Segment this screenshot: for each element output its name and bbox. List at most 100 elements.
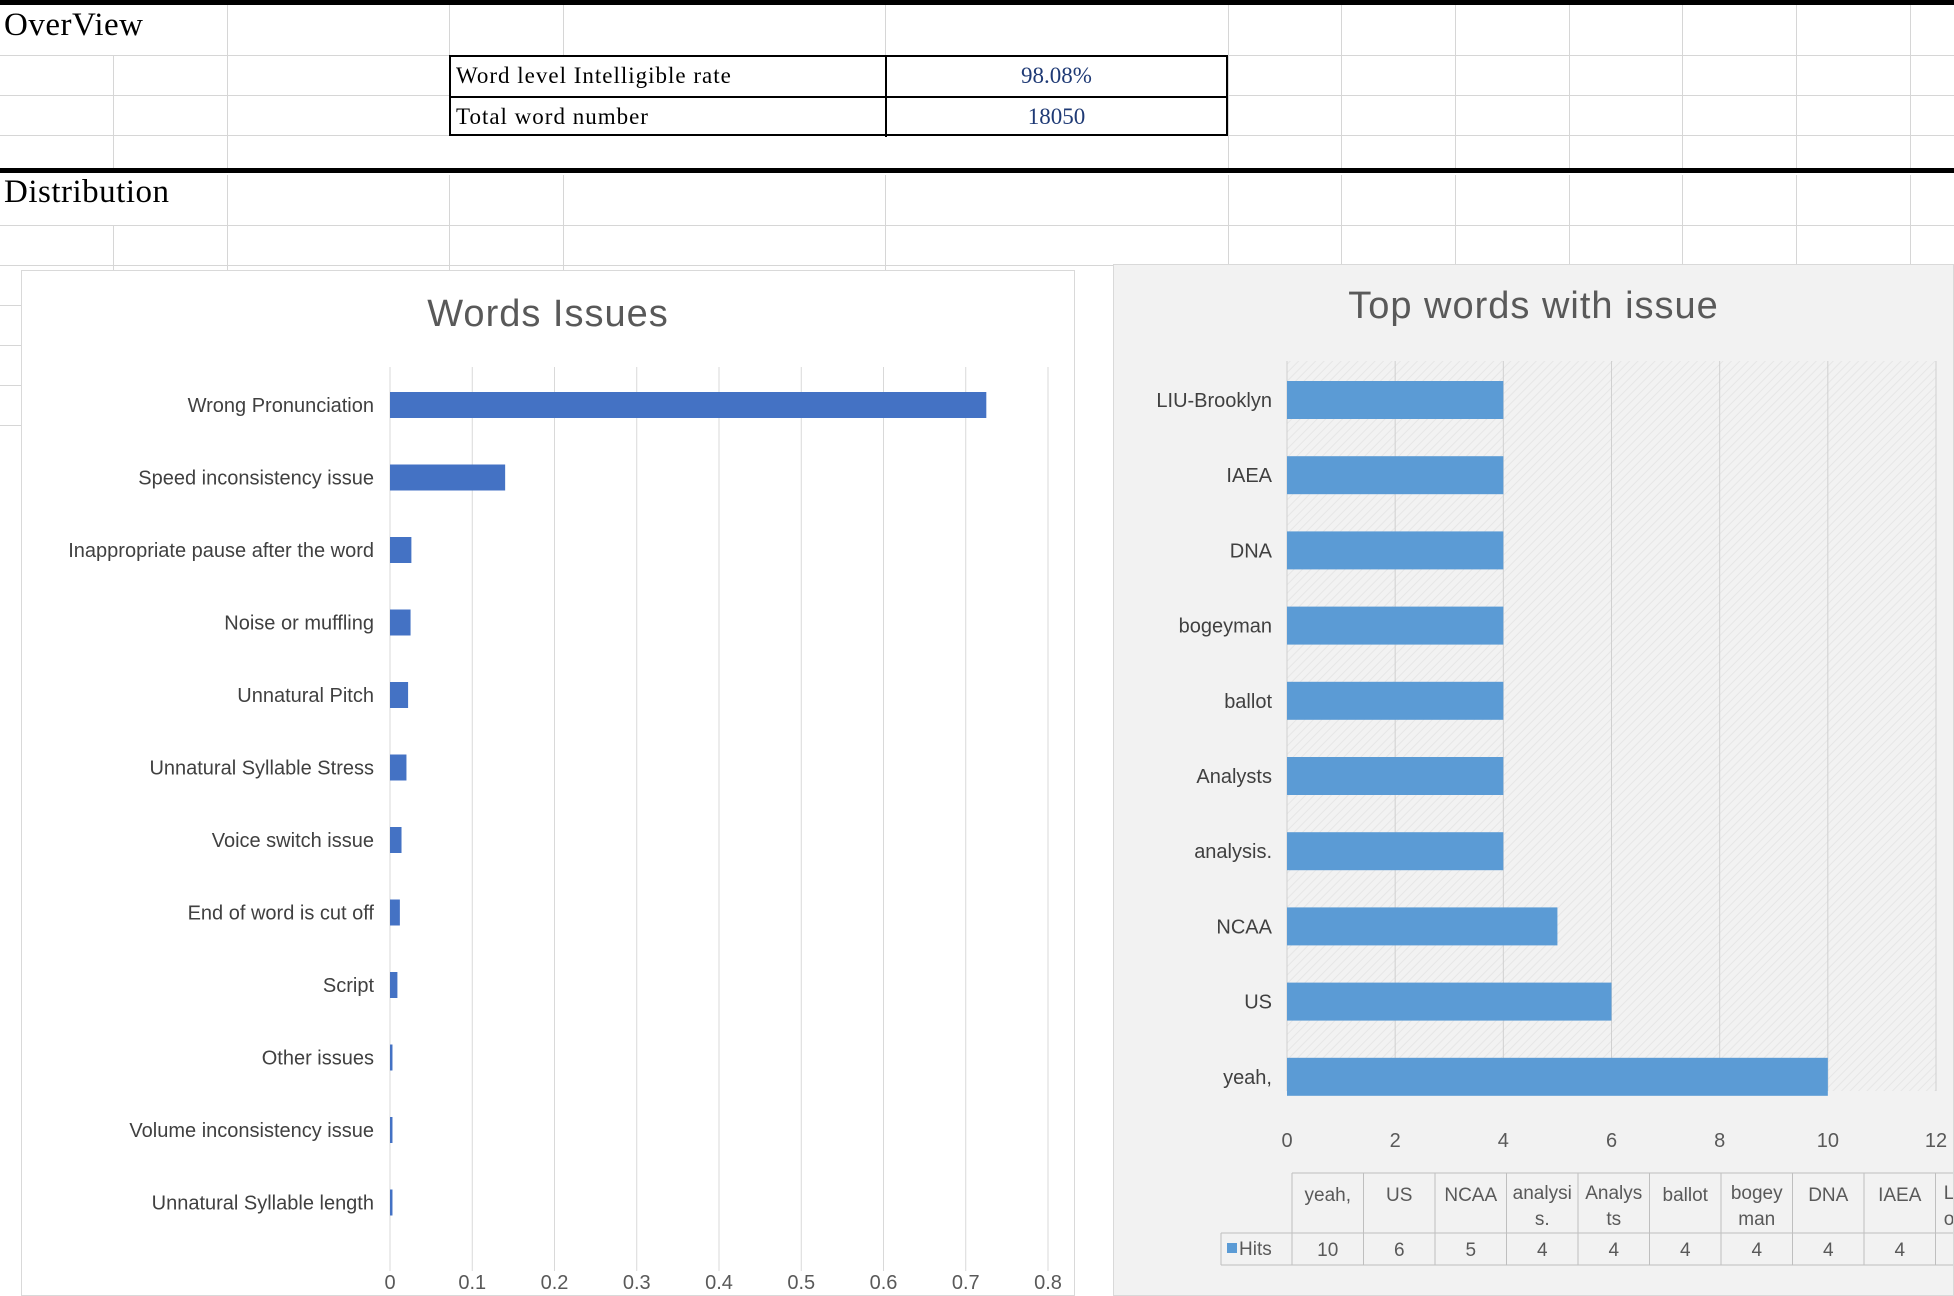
bar [1287, 606, 1504, 645]
table-header-cell: LIU-Br [1944, 1183, 1953, 1204]
bar [390, 464, 506, 491]
x-tick-label: 0.8 [1034, 1272, 1062, 1294]
bar [1287, 681, 1504, 720]
words-issues-plot: 0 0.1 0.2 0.3 0.4 0.5 0.6 0.7 0.8 Wrong Pronuncia… [68, 367, 1062, 1294]
category-label: LIU-Brooklyn [1156, 390, 1272, 412]
bar [1287, 832, 1504, 871]
intelligible-rate-value[interactable]: 98.08% [887, 57, 1226, 96]
bar [390, 609, 411, 636]
x-tick-label: 0.3 [623, 1272, 651, 1294]
category-label: Unnatural Pitch [237, 685, 374, 707]
x-tick-label: 0.4 [705, 1272, 733, 1294]
table-header-cell: IAEA [1878, 1185, 1922, 1206]
category-label: Analysts [1196, 766, 1272, 788]
category-label: Other issues [262, 1048, 374, 1070]
category-label: Speed inconsistency issue [138, 468, 374, 490]
bar [1287, 982, 1612, 1021]
category-label: End of word is cut off [188, 903, 375, 925]
table-header-cell: analysi [1513, 1183, 1572, 1204]
x-tick-label: 0 [1281, 1130, 1292, 1152]
distribution-title[interactable]: Distribution [4, 174, 170, 211]
category-label: Wrong Pronunciation [188, 395, 374, 417]
bar [390, 682, 409, 708]
legend-swatch [1227, 1243, 1237, 1253]
x-tick-label: 8 [1714, 1130, 1725, 1152]
bar [1287, 907, 1558, 946]
total-word-label[interactable]: Total word number [451, 98, 887, 137]
category-label: Unnatural Syllable Stress [149, 758, 374, 780]
x-tick-label: 2 [1390, 1130, 1401, 1152]
table-header-cell: s. [1535, 1209, 1550, 1230]
section-border-mid [0, 168, 1954, 173]
bar [1287, 531, 1504, 570]
table-header-cell: NCAA [1444, 1185, 1497, 1206]
table-value-cell: 4 [1680, 1240, 1691, 1261]
bar [390, 1044, 393, 1071]
category-label: ballot [1224, 691, 1272, 713]
table-value-cell: 4 [1894, 1240, 1905, 1261]
bar [1287, 1057, 1828, 1096]
total-word-value[interactable]: 18050 [887, 98, 1226, 137]
bar [390, 1117, 393, 1143]
bar [1287, 456, 1504, 495]
table-header-cell: bogey [1731, 1183, 1783, 1204]
bar [390, 754, 407, 781]
bar [390, 537, 412, 563]
overview-row: Word level Intelligible rate 98.08% [451, 57, 1226, 96]
x-tick-label: 6 [1606, 1130, 1617, 1152]
overview-title[interactable]: OverView [4, 7, 143, 44]
category-label: DNA [1230, 540, 1273, 562]
legend-label: Hits [1239, 1239, 1272, 1260]
x-tick-label: 0.7 [952, 1272, 980, 1294]
category-label: Unnatural Syllable length [152, 1193, 374, 1215]
x-tick-label: 0.2 [541, 1272, 569, 1294]
x-tick-label: 4 [1498, 1130, 1509, 1152]
table-value-cell: 4 [1608, 1240, 1619, 1261]
table-value-cell: 4 [1537, 1240, 1548, 1261]
category-label: NCAA [1216, 916, 1272, 938]
x-tick-label: 0.1 [458, 1272, 486, 1294]
overview-row: Total word number 18050 [451, 96, 1226, 137]
table-value-cell: 10 [1317, 1240, 1338, 1261]
table-header-cell: yeah, [1305, 1185, 1351, 1206]
category-label: Volume inconsistency issue [129, 1120, 374, 1142]
intelligible-rate-label[interactable]: Word level Intelligible rate [451, 57, 887, 96]
bar [390, 899, 400, 926]
category-label: Voice switch issue [212, 830, 374, 852]
category-label: IAEA [1226, 465, 1272, 487]
bar [390, 972, 398, 998]
table-value-cell: 4 [1823, 1240, 1834, 1261]
x-tick-label: 10 [1817, 1130, 1839, 1152]
bar [390, 1189, 393, 1216]
top-words-chart[interactable]: Top words with issue 0 2 4 6 8 10 12 LIU-Brookl… [1113, 264, 1954, 1296]
words-issues-chart[interactable]: Words Issues 0 0.1 0.2 0.3 0.4 0.5 0.6 0.7 0.8 Wr… [21, 270, 1075, 1296]
table-header-cell: man [1738, 1209, 1775, 1230]
category-label: Script [323, 975, 375, 997]
category-label: bogeyman [1179, 616, 1272, 638]
table-header-cell: DNA [1808, 1185, 1848, 1206]
category-label: yeah, [1223, 1067, 1272, 1089]
x-tick-label: 12 [1925, 1130, 1947, 1152]
table-header-cell: Analys [1585, 1183, 1642, 1204]
x-tick-label: 0.5 [787, 1272, 815, 1294]
x-tick-label: 0.6 [870, 1272, 898, 1294]
table-header-cell: ts [1606, 1209, 1621, 1230]
table-header-cell: ooklyn [1944, 1209, 1953, 1230]
table-value-cell: 5 [1465, 1240, 1476, 1261]
category-label: US [1244, 992, 1272, 1014]
bar [1287, 757, 1504, 795]
x-tick-label: 0 [384, 1272, 395, 1294]
top-words-plot: 0 2 4 6 8 10 12LIU-BrooklynIAEADNAbogeymanball… [1156, 361, 1953, 1266]
bar [1287, 381, 1504, 419]
bar [390, 392, 987, 418]
table-value-cell: 6 [1394, 1240, 1405, 1261]
overview-table: Word level Intelligible rate 98.08% Tota… [449, 55, 1228, 137]
table-header-cell: US [1386, 1185, 1412, 1206]
table-value-cell: 4 [1751, 1240, 1762, 1261]
section-border-top [0, 0, 1954, 5]
category-label: Noise or muffling [224, 613, 374, 635]
bar [390, 827, 402, 853]
table-header-cell: ballot [1663, 1185, 1709, 1206]
category-label: Inappropriate pause after the word [68, 540, 374, 562]
category-label: analysis. [1194, 841, 1272, 863]
